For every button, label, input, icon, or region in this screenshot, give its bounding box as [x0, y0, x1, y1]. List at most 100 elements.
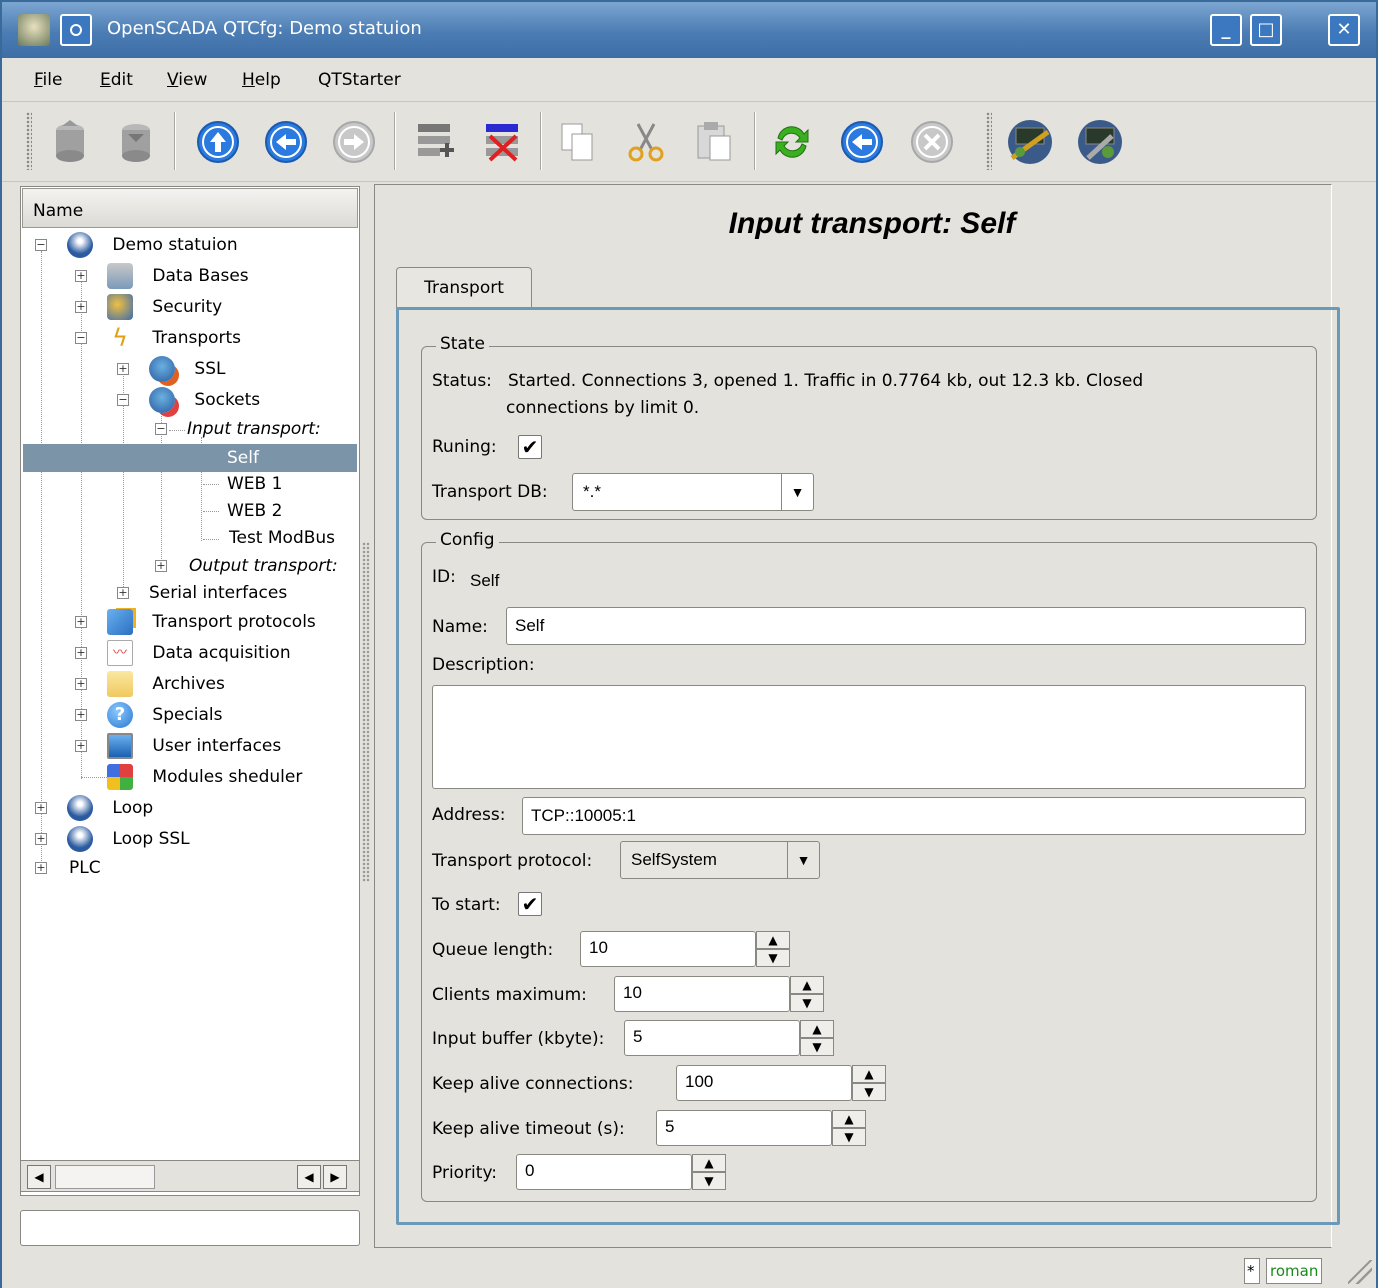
copy-icon[interactable]	[554, 118, 602, 166]
tree-item-loop[interactable]: Loop	[67, 794, 153, 822]
tree-item-web-2[interactable]: WEB 2	[227, 497, 282, 525]
tree-expander[interactable]: +	[75, 647, 87, 659]
running-checkbox[interactable]: ✔	[518, 435, 542, 459]
toolbar-grip[interactable]	[986, 112, 992, 170]
delete-item-icon[interactable]	[480, 118, 528, 166]
toolbar-grip[interactable]	[26, 112, 32, 170]
up-icon[interactable]	[194, 118, 242, 166]
tree-item-loop-ssl[interactable]: Loop SSL	[67, 825, 190, 853]
chevron-down-icon[interactable]: ▼	[787, 842, 819, 878]
tree-item-user-interfaces[interactable]: User interfaces	[107, 732, 281, 760]
keep-alive-connections-stepper[interactable]: ▲ ▼	[852, 1065, 886, 1101]
queue-length-stepper[interactable]: ▲ ▼	[756, 931, 790, 967]
tree-expander[interactable]: −	[155, 423, 167, 435]
tree-item-self[interactable]: Self	[23, 444, 357, 472]
minimize-icon[interactable]: _	[1210, 14, 1242, 46]
menu-help[interactable]: Help	[242, 70, 281, 90]
uivision-icon[interactable]	[1076, 118, 1124, 166]
tree-item-serial-interfaces[interactable]: Serial interfaces	[149, 579, 287, 607]
add-item-icon[interactable]	[412, 118, 460, 166]
tree-expander[interactable]: +	[117, 587, 129, 599]
keep-alive-timeout-stepper[interactable]: ▲ ▼	[832, 1110, 866, 1146]
address-field[interactable]: TCP::10005:1	[522, 797, 1306, 835]
tree-hscrollbar[interactable]: ◀ ◀ ▶	[20, 1160, 360, 1192]
tree-item-web-1[interactable]: WEB 1	[227, 470, 282, 498]
clients-maximum-stepper[interactable]: ▲ ▼	[790, 976, 824, 1012]
tree-item-data-bases[interactable]: Data Bases	[107, 262, 249, 290]
tree-expander[interactable]: −	[117, 394, 129, 406]
close-icon[interactable]: ✕	[1328, 14, 1360, 46]
priority-stepper[interactable]: ▲ ▼	[692, 1154, 726, 1190]
tree-header[interactable]: Name	[22, 188, 358, 228]
name-field[interactable]: Self	[506, 607, 1306, 645]
stop-icon[interactable]	[908, 118, 956, 166]
tree-item-security[interactable]: Security	[107, 293, 222, 321]
scroll-left-icon[interactable]: ◀	[27, 1165, 51, 1189]
tree-item-output-transport[interactable]: Output transport:	[189, 552, 338, 580]
scroll-thumb[interactable]	[55, 1165, 155, 1189]
tree-expander[interactable]: +	[75, 270, 87, 282]
menu-qtstarter[interactable]: QTStarter	[318, 70, 401, 90]
start-icon[interactable]	[838, 118, 886, 166]
tree-item-data-acquisition[interactable]: 〰 Data acquisition	[107, 639, 291, 667]
menu-file[interactable]: File	[34, 70, 62, 90]
splitter-handle[interactable]	[362, 542, 370, 882]
input-buffer-stepper[interactable]: ▲ ▼	[800, 1020, 834, 1056]
queue-length-input[interactable]: 10	[580, 931, 756, 967]
tree-expander[interactable]: +	[75, 301, 87, 313]
clients-maximum-input[interactable]: 10	[614, 976, 790, 1012]
cut-icon[interactable]	[622, 118, 670, 166]
resize-grip-icon[interactable]	[1348, 1260, 1372, 1284]
tree-item-archives[interactable]: Archives	[107, 670, 225, 698]
transport-protocol-select[interactable]: SelfSystem ▼	[620, 841, 820, 879]
tree-expander[interactable]: +	[35, 862, 47, 874]
tree-item-specials[interactable]: ? Specials	[107, 701, 223, 729]
forward-icon[interactable]	[330, 118, 378, 166]
paste-icon[interactable]	[690, 118, 738, 166]
window-menu-icon[interactable]	[60, 14, 92, 46]
scroll-left-icon[interactable]: ◀	[297, 1165, 321, 1189]
tree-item-sockets[interactable]: Sockets	[149, 386, 260, 414]
tree-item-test-modbus[interactable]: Test ModBus	[229, 524, 335, 552]
tree-expander[interactable]: +	[75, 709, 87, 721]
tree-item-ssl[interactable]: SSL	[149, 355, 225, 383]
tree-expander[interactable]: +	[75, 678, 87, 690]
tree-item-transport-protocols[interactable]: Transport protocols	[107, 608, 316, 636]
object-tree[interactable]: Name − Demo statuion + Data Bases + Secu…	[20, 186, 360, 1196]
refresh-icon[interactable]	[768, 118, 816, 166]
tab-transport[interactable]: Transport	[396, 267, 532, 309]
tree-item-plc[interactable]: PLC	[69, 854, 101, 882]
keep-alive-timeout-input[interactable]: 5	[656, 1110, 832, 1146]
tree-item-modules-sheduler[interactable]: Modules sheduler	[107, 763, 302, 791]
tree-item-demo-statuion[interactable]: Demo statuion	[67, 231, 238, 259]
menu-edit[interactable]: Edit	[100, 70, 133, 90]
tree-expander[interactable]: +	[155, 560, 167, 572]
db-load-icon[interactable]	[46, 118, 94, 166]
transport-db-select[interactable]: *.* ▼	[572, 473, 814, 511]
back-icon[interactable]	[262, 118, 310, 166]
priority-input[interactable]: 0	[516, 1154, 692, 1190]
tree-expander[interactable]: +	[35, 802, 47, 814]
app-icon[interactable]	[18, 14, 50, 46]
tree-item-transports[interactable]: ϟ Transports	[107, 324, 241, 352]
tree-expander[interactable]: +	[35, 833, 47, 845]
db-save-icon[interactable]	[112, 118, 160, 166]
maximize-icon[interactable]: □	[1250, 14, 1282, 46]
qtcfg-icon[interactable]	[1006, 118, 1054, 166]
title-bar[interactable]: OpenSCADA QTCfg: Demo statuion _ □ ✕	[2, 2, 1376, 58]
user-badge[interactable]: roman	[1266, 1258, 1323, 1284]
keep-alive-connections-input[interactable]: 100	[676, 1065, 852, 1101]
tree-expander[interactable]: −	[35, 239, 47, 251]
tree-filter-input[interactable]	[20, 1210, 360, 1246]
to-start-checkbox[interactable]: ✔	[518, 892, 542, 916]
tree-expander[interactable]: +	[117, 363, 129, 375]
tree-expander[interactable]: −	[75, 332, 87, 344]
tree-expander[interactable]: +	[75, 740, 87, 752]
chevron-down-icon[interactable]: ▼	[781, 474, 813, 510]
input-buffer-input[interactable]: 5	[624, 1020, 800, 1056]
description-field[interactable]	[432, 685, 1306, 789]
tree-item-input-transport[interactable]: Input transport:	[187, 415, 321, 443]
scroll-right-icon[interactable]: ▶	[323, 1165, 347, 1189]
tree-expander[interactable]: +	[75, 616, 87, 628]
menu-view[interactable]: View	[167, 70, 207, 90]
